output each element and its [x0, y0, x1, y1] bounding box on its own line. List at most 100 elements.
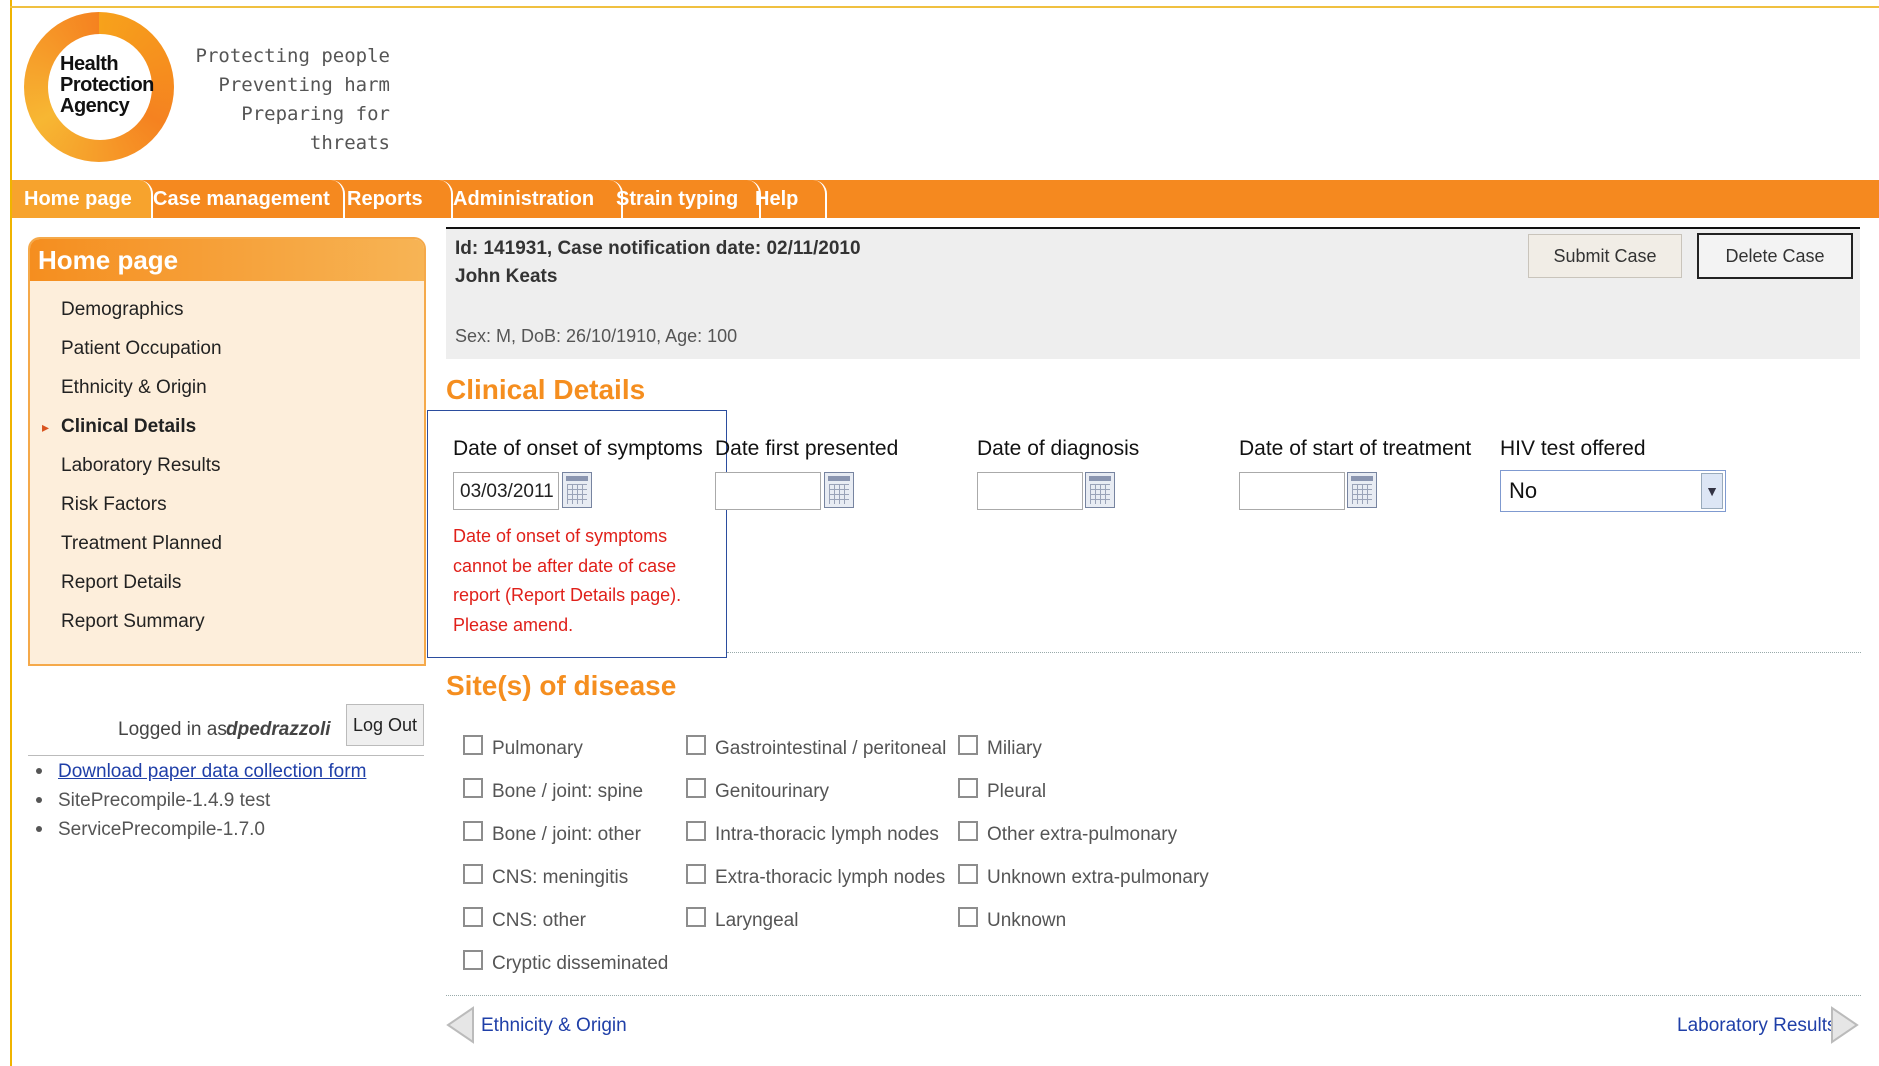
onset-date-error: Date of onset of symptoms cannot be afte… — [453, 526, 682, 635]
patient-demographics: Sex: M, DoB: 26/10/1910, Age: 100 — [455, 326, 738, 346]
delete-case-button[interactable]: Delete Case — [1697, 233, 1853, 279]
hpa-logo: Health Protection Agency — [24, 12, 180, 162]
checkbox-genitourinary[interactable] — [686, 778, 706, 798]
calendar-icon[interactable] — [562, 472, 592, 508]
checkbox-pulmonary[interactable] — [463, 735, 483, 755]
sidebar-item-ethnicity-origin[interactable]: Ethnicity & Origin — [61, 377, 207, 399]
sites-of-disease-heading: Site(s) of disease — [446, 670, 677, 701]
checkbox-label: Cryptic disseminated — [492, 953, 669, 974]
treatment-start-input[interactable] — [1239, 472, 1345, 510]
checkbox-laryngeal[interactable] — [686, 907, 706, 927]
tagline-line: Protecting people — [195, 45, 390, 67]
next-arrow-icon[interactable] — [1830, 1005, 1860, 1045]
previous-page-link[interactable]: Ethnicity & Origin — [481, 1014, 627, 1038]
previous-arrow-icon[interactable] — [445, 1005, 475, 1045]
checkbox-unknown-extra-pulmonary[interactable] — [958, 864, 978, 884]
calendar-icon[interactable] — [1085, 472, 1115, 508]
checkbox-extra-thoracic[interactable] — [686, 864, 706, 884]
hiv-test-label: HIV test offered — [1500, 437, 1646, 460]
footer-divider — [446, 995, 1861, 996]
checkbox-bone-joint-other[interactable] — [463, 821, 483, 841]
diagnosis-date-label: Date of diagnosis — [977, 437, 1140, 460]
checkbox-gastrointestinal[interactable] — [686, 735, 706, 755]
hiv-test-select[interactable]: No ▼ — [1500, 470, 1726, 512]
checkbox-pleural[interactable] — [958, 778, 978, 798]
bullet-icon — [36, 797, 42, 803]
treatment-start-label: Date of start of treatment — [1239, 437, 1472, 460]
hiv-test-value: No — [1509, 478, 1538, 503]
checkbox-intra-thoracic[interactable] — [686, 821, 706, 841]
checkbox-label: Genitourinary — [715, 781, 830, 802]
checkbox-label: Laryngeal — [715, 910, 799, 931]
checkbox-label: Extra-thoracic lymph nodes — [715, 867, 946, 888]
checkbox-label: Gastrointestinal / peritoneal — [715, 738, 947, 759]
checkbox-label: Intra-thoracic lymph nodes — [715, 824, 939, 845]
checkbox-label: CNS: other — [492, 910, 586, 931]
tab-administration[interactable]: Administration — [441, 180, 623, 218]
clinical-details-heading: Clinical Details — [446, 374, 646, 405]
checkbox-cryptic-disseminated[interactable] — [463, 950, 483, 970]
onset-date-label: Date of onset of symptoms — [453, 437, 703, 460]
tagline-line: Preparing for threats — [241, 103, 390, 154]
logo-text-line: Health — [60, 53, 119, 75]
tab-reports[interactable]: Reports — [335, 180, 453, 218]
first-presented-input[interactable] — [715, 472, 821, 510]
sidebar-item-risk-factors[interactable]: Risk Factors — [61, 494, 167, 516]
tab-case-management[interactable]: Case management — [141, 180, 345, 218]
onset-date-input[interactable]: 03/03/2011 — [453, 472, 559, 510]
checkbox-label: Pulmonary — [492, 738, 583, 759]
frame-border-left — [10, 0, 12, 1066]
bullet-icon — [36, 826, 42, 832]
checkbox-bone-joint-spine[interactable] — [463, 778, 483, 798]
patient-name: John Keats — [455, 266, 558, 287]
first-presented-label: Date first presented — [715, 437, 899, 460]
current-item-arrow-icon: ▸ — [42, 419, 50, 435]
section-divider — [727, 652, 1861, 653]
tab-home-page[interactable]: Home page — [12, 180, 153, 218]
calendar-icon[interactable] — [824, 472, 854, 508]
checkbox-label: Unknown extra-pulmonary — [987, 867, 1209, 888]
tab-strain-typing[interactable]: Strain typing — [604, 180, 761, 218]
calendar-icon[interactable] — [1347, 472, 1377, 508]
site-precompile-version: SitePrecompile-1.4.9 test — [58, 790, 271, 811]
logo-text: Health Protection Agency — [60, 54, 154, 117]
frame-border-top — [10, 6, 1879, 8]
checkbox-label: Miliary — [987, 738, 1042, 759]
sidebar-panel: Home page Demographics Patient Occupatio… — [28, 237, 426, 666]
sidebar-item-demographics[interactable]: Demographics — [61, 299, 184, 321]
bullet-icon — [36, 768, 42, 774]
logo-text-line: Protection — [60, 74, 154, 96]
checkbox-label: Bone / joint: other — [492, 824, 641, 845]
chevron-down-icon[interactable]: ▼ — [1701, 473, 1723, 509]
next-page-link[interactable]: Laboratory Results — [1677, 1014, 1836, 1038]
checkbox-label: Pleural — [987, 781, 1047, 802]
logo-text-line: Agency — [60, 95, 130, 117]
sidebar-item-report-summary[interactable]: Report Summary — [61, 611, 205, 633]
download-form-link[interactable]: Download paper data collection form — [58, 760, 366, 784]
tagline: Protecting people Preventing harm Prepar… — [190, 42, 390, 158]
service-precompile-version: ServicePrecompile-1.7.0 — [58, 819, 265, 840]
logged-in-label: Logged in as: — [118, 719, 233, 740]
checkbox-other-extra-pulmonary[interactable] — [958, 821, 978, 841]
sidebar-item-patient-occupation[interactable]: Patient Occupation — [61, 338, 222, 360]
sidebar-item-treatment-planned[interactable]: Treatment Planned — [61, 533, 222, 555]
diagnosis-date-input[interactable] — [977, 472, 1083, 510]
checkbox-cns-other[interactable] — [463, 907, 483, 927]
tagline-line: Preventing harm — [218, 74, 390, 96]
checkbox-miliary[interactable] — [958, 735, 978, 755]
checkbox-cns-meningitis[interactable] — [463, 864, 483, 884]
checkbox-label: CNS: meningitis — [492, 867, 629, 888]
checkbox-label: Unknown — [987, 910, 1067, 931]
sidebar-item-laboratory-results[interactable]: Laboratory Results — [61, 455, 220, 477]
sidebar-title: Home page — [38, 245, 179, 275]
submit-case-button[interactable]: Submit Case — [1528, 234, 1682, 278]
logged-in-user: dpedrazzoli — [226, 719, 331, 740]
checkbox-unknown[interactable] — [958, 907, 978, 927]
sidebar-divider — [28, 755, 424, 756]
sidebar-item-report-details[interactable]: Report Details — [61, 572, 181, 594]
sidebar-header: Home page — [30, 239, 424, 281]
tab-help[interactable]: Help — [743, 180, 827, 218]
sidebar-item-clinical-details[interactable]: Clinical Details — [61, 416, 196, 438]
checkbox-label: Other extra-pulmonary — [987, 824, 1178, 845]
logout-button[interactable]: Log Out — [346, 704, 424, 746]
